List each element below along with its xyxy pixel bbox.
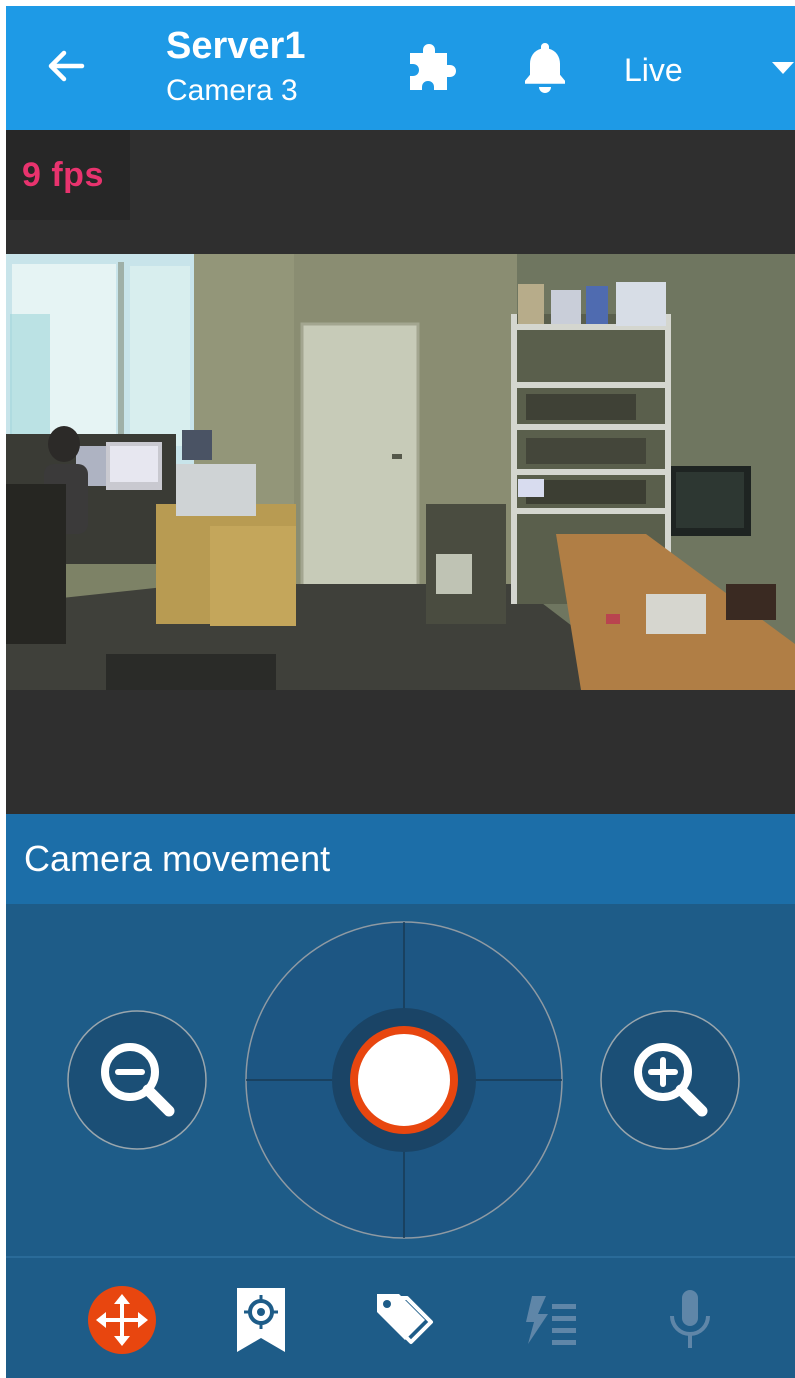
microphone-button[interactable] xyxy=(654,1284,726,1356)
fps-badge: 9 fps xyxy=(6,130,130,220)
plugins-button[interactable] xyxy=(408,40,462,94)
camera-movement-header: Camera movement xyxy=(6,814,795,904)
ptz-move-button[interactable] xyxy=(86,1284,158,1356)
zoom-in-button[interactable] xyxy=(600,1010,740,1150)
camera-feed-image xyxy=(6,254,795,690)
title-block: Server1 Camera 3 xyxy=(166,24,305,110)
camera-subtitle: Camera 3 xyxy=(166,74,298,107)
zoom-out-icon xyxy=(67,1010,207,1150)
back-button[interactable] xyxy=(42,42,90,90)
mode-dropdown[interactable]: Live xyxy=(624,46,794,94)
preset-location-icon xyxy=(237,1288,285,1352)
tags-icon xyxy=(377,1294,433,1344)
app-bar: Server1 Camera 3 Live xyxy=(6,6,795,130)
dropdown-caret-icon xyxy=(772,62,794,74)
back-arrow-icon xyxy=(48,50,85,82)
ptz-control-panel xyxy=(6,904,795,1256)
joystick-pad xyxy=(245,921,563,1239)
mode-label: Live xyxy=(624,52,683,88)
ptz-move-icon xyxy=(88,1286,156,1354)
preset-button[interactable] xyxy=(225,1284,297,1356)
ptz-joystick[interactable] xyxy=(244,920,564,1240)
camera-video-frame[interactable] xyxy=(6,254,795,690)
video-area[interactable]: 9 fps xyxy=(6,130,795,814)
app-screen: Server1 Camera 3 Live 9 fps Camera movem… xyxy=(6,6,795,1378)
zoom-out-button[interactable] xyxy=(67,1010,207,1150)
relay-button[interactable] xyxy=(512,1284,584,1356)
notifications-button[interactable] xyxy=(520,40,570,96)
zoom-in-icon xyxy=(600,1010,740,1150)
server-title: Server1 xyxy=(166,25,306,67)
microphone-icon xyxy=(670,1290,710,1348)
puzzle-icon xyxy=(410,44,456,90)
relay-list-icon xyxy=(526,1296,576,1345)
bell-icon xyxy=(525,43,565,93)
tags-button[interactable] xyxy=(369,1284,441,1356)
bottom-toolbar xyxy=(6,1256,795,1378)
